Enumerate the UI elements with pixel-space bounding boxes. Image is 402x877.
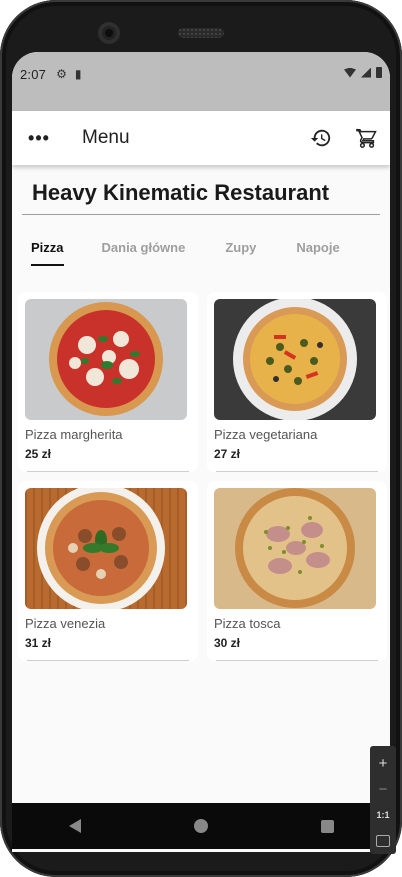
settings-icon: ⚙ <box>56 67 67 81</box>
fit-screen-icon[interactable] <box>376 835 390 847</box>
product-price: 27 zł <box>214 447 241 461</box>
cart-button[interactable] <box>344 111 390 165</box>
front-camera <box>98 22 120 44</box>
wifi-icon <box>344 67 356 78</box>
product-name: Pizza tosca <box>214 616 281 631</box>
product-card[interactable]: Pizza venezia 31 zł <box>18 481 198 661</box>
product-photo <box>214 488 376 609</box>
tab-pizza[interactable]: Pizza <box>31 240 64 266</box>
card-divider <box>27 471 189 472</box>
tab-dania-glowne[interactable]: Dania główne <box>102 240 186 266</box>
cell-signal-icon <box>361 67 371 78</box>
more-options-button[interactable]: ••• <box>12 111 66 165</box>
product-price: 25 zł <box>25 447 52 461</box>
zoom-in-button[interactable]: + <box>379 750 388 776</box>
more-options-icon: ••• <box>28 127 50 148</box>
product-photo <box>25 299 187 420</box>
zoom-ratio-button[interactable]: 1:1 <box>376 802 389 828</box>
product-card[interactable]: Pizza tosca 30 zł <box>207 481 387 661</box>
product-name: Pizza vegetariana <box>214 427 318 442</box>
tab-zupy[interactable]: Zupy <box>225 240 256 266</box>
app-bar-actions <box>298 111 390 165</box>
product-name: Pizza venezia <box>25 616 106 631</box>
status-time: 2:07 <box>20 67 47 82</box>
sd-card-icon: ▮ <box>74 67 82 81</box>
home-icon[interactable] <box>193 819 208 833</box>
history-button[interactable] <box>298 111 344 165</box>
system-navigation-bar <box>12 803 390 849</box>
app-bar-title: Menu <box>82 127 130 148</box>
category-tabs: Pizza Dania główne Zupy Napoje <box>12 240 390 270</box>
app-screen: 2:07 ⚙ ▮ ••• Menu Heavy Kinematic Restau… <box>12 52 390 852</box>
zoom-out-button[interactable]: − <box>379 776 388 802</box>
product-price: 30 zł <box>214 636 241 650</box>
back-icon[interactable] <box>68 819 81 833</box>
product-price: 31 zł <box>25 636 52 650</box>
card-divider <box>216 660 378 661</box>
product-photo <box>214 299 376 420</box>
tab-napoje[interactable]: Napoje <box>296 240 339 266</box>
product-name: Pizza margherita <box>25 427 123 442</box>
battery-icon <box>376 67 382 78</box>
history-icon <box>310 129 331 147</box>
title-divider <box>22 214 380 215</box>
status-bar: 2:07 ⚙ ▮ <box>12 52 390 111</box>
status-indicators <box>344 67 382 78</box>
product-photo <box>25 488 187 609</box>
card-divider <box>216 471 378 472</box>
product-card[interactable]: Pizza margherita 25 zł <box>18 292 198 472</box>
earpiece-speaker <box>178 28 224 38</box>
zoom-controls: + − 1:1 <box>370 746 396 854</box>
cart-icon <box>356 128 377 148</box>
app-bar: ••• Menu <box>12 111 390 165</box>
card-divider <box>27 660 189 661</box>
restaurant-name: Heavy Kinematic Restaurant <box>32 180 330 205</box>
product-card[interactable]: Pizza vegetariana 27 zł <box>207 292 387 472</box>
recent-apps-icon[interactable] <box>320 819 334 833</box>
